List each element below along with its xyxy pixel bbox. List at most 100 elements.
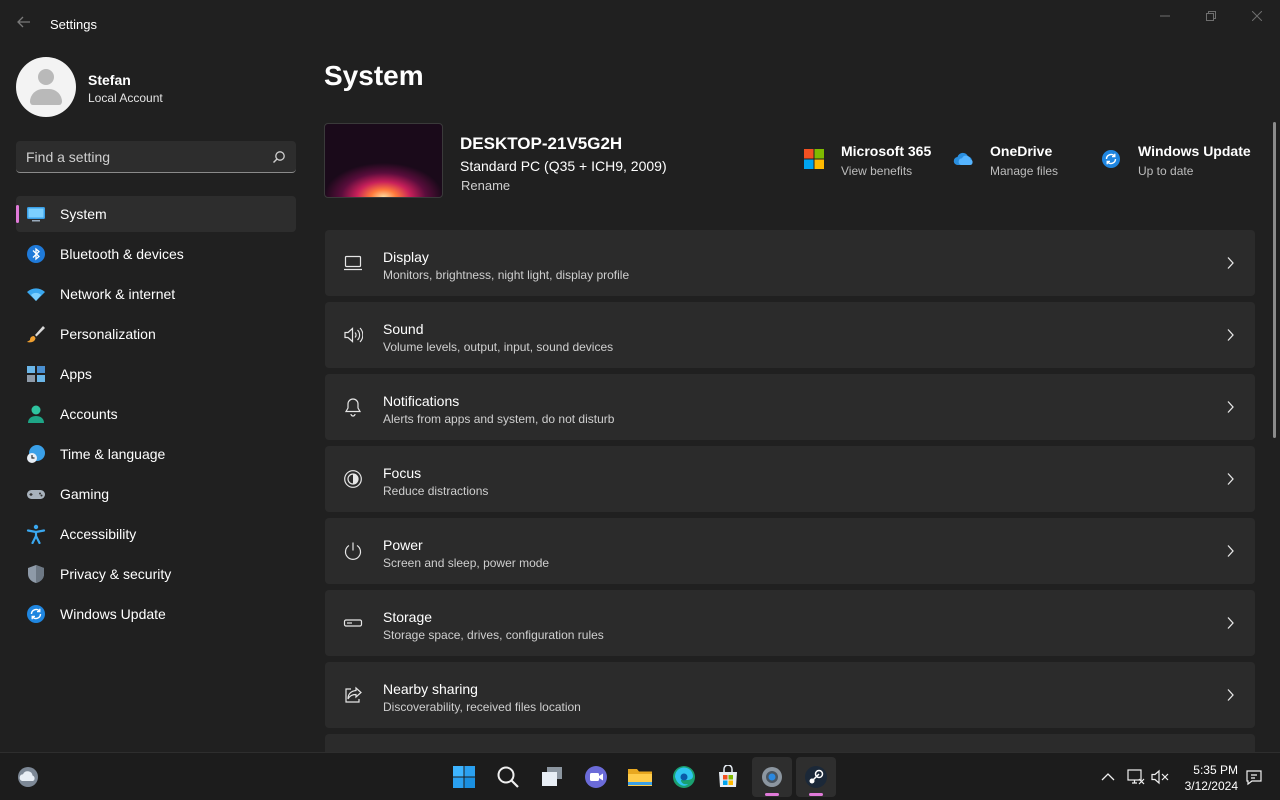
steam-icon: [805, 766, 827, 788]
card-subtitle: Volume levels, output, input, sound devi…: [383, 340, 614, 354]
quick-link-title: Microsoft 365: [841, 143, 932, 159]
rename-link[interactable]: Rename: [461, 178, 510, 193]
sidebar-item-privacy[interactable]: Privacy & security: [16, 556, 296, 592]
sidebar-item-label: Windows Update: [60, 606, 166, 622]
chevron-right-icon: [1227, 689, 1234, 701]
microsoft-logo-icon: [804, 149, 824, 169]
quick-link-subtitle: Manage files: [990, 164, 1059, 178]
minimize-button[interactable]: [1142, 0, 1188, 32]
taskbar-clock[interactable]: 5:35 PM 3/12/2024: [1182, 762, 1238, 794]
avatar: [16, 57, 76, 117]
card-title: Sound: [383, 321, 424, 337]
card-title: Display: [383, 249, 429, 265]
device-name: DESKTOP-21V5G2H: [460, 134, 623, 153]
taskbar: 5:35 PM 3/12/2024: [0, 752, 1280, 800]
sidebar-item-apps[interactable]: Apps: [16, 356, 296, 392]
restore-button[interactable]: [1188, 0, 1234, 32]
brush-icon: [27, 326, 45, 343]
quick-link-onedrive[interactable]: OneDrive Manage files: [953, 143, 1083, 183]
chevron-up-icon[interactable]: [1098, 767, 1118, 787]
accessibility-icon: [26, 524, 46, 544]
scrollbar[interactable]: [1273, 122, 1276, 438]
quick-link-windows-update[interactable]: Windows Update Up to date: [1101, 143, 1261, 183]
clock-globe-icon: [27, 445, 45, 463]
sidebar-item-accounts[interactable]: Accounts: [16, 396, 296, 432]
volume-muted-icon[interactable]: [1150, 767, 1170, 787]
chat-icon: [585, 766, 607, 788]
device-info: DESKTOP-21V5G2H Standard PC (Q35 + ICH9,…: [324, 123, 884, 199]
card-sound[interactable]: Sound Volume levels, output, input, soun…: [325, 302, 1255, 368]
device-model: Standard PC (Q35 + ICH9, 2009): [460, 158, 667, 174]
search-input[interactable]: [26, 141, 266, 172]
settings-cards: Display Monitors, brightness, night ligh…: [325, 230, 1255, 752]
sidebar-item-bluetooth[interactable]: Bluetooth & devices: [16, 236, 296, 272]
sidebar-item-system[interactable]: System: [16, 196, 296, 232]
main-content: System DESKTOP-21V5G2H Standard PC (Q35 …: [312, 48, 1272, 752]
chevron-right-icon: [1227, 545, 1234, 557]
edge-button[interactable]: [664, 757, 704, 797]
sidebar-item-gaming[interactable]: Gaming: [16, 476, 296, 512]
user-name: Stefan: [88, 72, 131, 88]
search-icon: [497, 766, 519, 788]
network-icon[interactable]: [1126, 767, 1146, 787]
edge-icon: [673, 766, 695, 788]
share-icon: [345, 686, 362, 703]
window-controls: [1142, 0, 1280, 32]
desktop-wallpaper-thumbnail[interactable]: [324, 123, 443, 198]
search-icon: [273, 151, 285, 163]
sidebar-item-accessibility[interactable]: Accessibility: [16, 516, 296, 552]
settings-taskbar-button[interactable]: [752, 757, 792, 797]
title-bar: Settings: [0, 0, 1280, 48]
back-arrow-icon[interactable]: [14, 14, 34, 34]
sidebar-item-label: Time & language: [60, 446, 166, 462]
search-box[interactable]: [16, 141, 296, 173]
weather-icon[interactable]: [16, 765, 40, 789]
sidebar-item-time-language[interactable]: Time & language: [16, 436, 296, 472]
card-partial[interactable]: [325, 734, 1255, 752]
user-profile[interactable]: Stefan Local Account: [16, 57, 306, 117]
sidebar-item-label: Apps: [60, 366, 92, 382]
card-storage[interactable]: Storage Storage space, drives, configura…: [325, 590, 1255, 656]
task-view-button[interactable]: [532, 757, 572, 797]
file-explorer-icon: [628, 769, 652, 786]
sidebar-item-label: Bluetooth & devices: [60, 246, 184, 262]
quick-link-microsoft-365[interactable]: Microsoft 365 View benefits: [804, 143, 944, 183]
card-focus[interactable]: Focus Reduce distractions: [325, 446, 1255, 512]
chevron-right-icon: [1227, 473, 1234, 485]
sidebar-item-network[interactable]: Network & internet: [16, 276, 296, 312]
chat-button[interactable]: [576, 757, 616, 797]
sidebar-item-label: Accessibility: [60, 526, 137, 542]
steam-taskbar-button[interactable]: [796, 757, 836, 797]
task-view-icon: [542, 767, 562, 786]
sidebar-item-windows-update[interactable]: Windows Update: [16, 596, 296, 632]
start-button[interactable]: [444, 757, 484, 797]
chevron-right-icon: [1227, 329, 1234, 341]
store-button[interactable]: [708, 757, 748, 797]
clock-time: 5:35 PM: [1193, 763, 1238, 777]
power-icon: [344, 542, 362, 560]
file-explorer-button[interactable]: [620, 757, 660, 797]
person-icon: [28, 405, 44, 423]
card-power[interactable]: Power Screen and sleep, power mode: [325, 518, 1255, 584]
store-icon: [719, 765, 737, 787]
bluetooth-icon: [27, 245, 45, 263]
taskbar-search-button[interactable]: [488, 757, 528, 797]
card-nearby-sharing[interactable]: Nearby sharing Discoverability, received…: [325, 662, 1255, 728]
card-notifications[interactable]: Notifications Alerts from apps and syste…: [325, 374, 1255, 440]
card-subtitle: Screen and sleep, power mode: [383, 556, 550, 570]
sidebar-item-personalization[interactable]: Personalization: [16, 316, 296, 352]
speaker-icon: [344, 327, 363, 343]
chevron-right-icon: [1227, 617, 1234, 629]
update-icon: [27, 605, 45, 623]
clock-date: 3/12/2024: [1184, 779, 1238, 793]
card-title: Focus: [383, 465, 422, 481]
chevron-right-icon: [1227, 257, 1234, 269]
close-button[interactable]: [1234, 0, 1280, 32]
card-title: Power: [383, 537, 423, 553]
sidebar-item-label: Personalization: [60, 326, 156, 342]
bell-icon: [344, 398, 362, 417]
notifications-icon[interactable]: [1244, 767, 1264, 787]
card-display[interactable]: Display Monitors, brightness, night ligh…: [325, 230, 1255, 296]
apps-icon: [27, 366, 45, 382]
sidebar-item-label: Gaming: [60, 486, 110, 502]
